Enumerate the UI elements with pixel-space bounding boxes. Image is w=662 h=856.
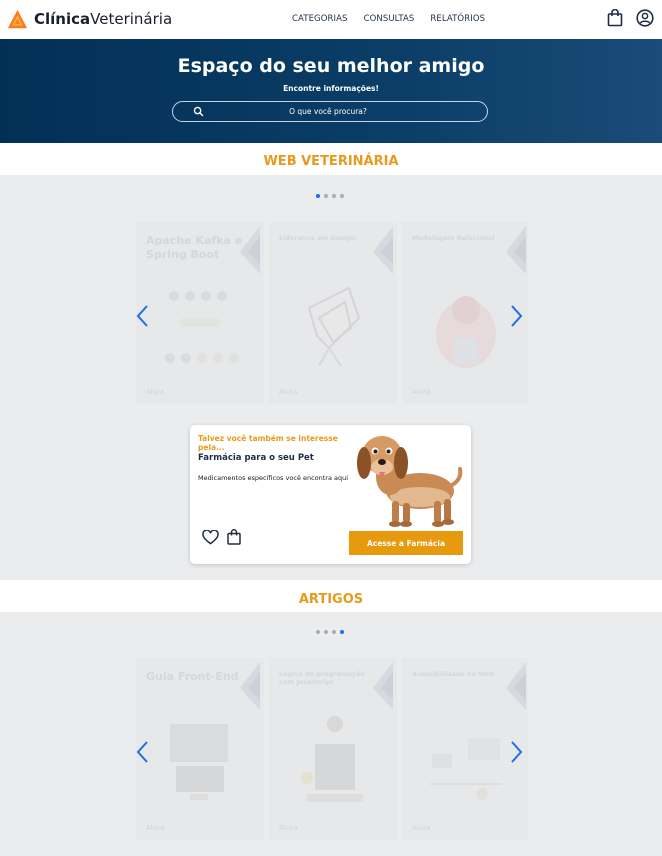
shopping-bag-icon[interactable] — [227, 529, 241, 545]
logo-icon — [7, 9, 28, 28]
logo-text-bold: Clínica — [34, 10, 91, 28]
section-title-web: WEB VETERINÁRIA — [263, 154, 399, 169]
article-card[interactable]: Guia Front-End Alura — [136, 658, 264, 840]
card-illustration — [165, 291, 239, 363]
carousel-dot[interactable] — [340, 194, 344, 198]
article-card[interactable]: Lógica de programação com JavaScript Alu… — [269, 658, 397, 840]
course-card[interactable]: Apache Kafka e Spring Boot Alura — [136, 222, 264, 404]
card-title: Lógica de programação com JavaScript — [279, 670, 365, 686]
carousel-prev-arrow[interactable] — [135, 304, 149, 328]
carousel-dot[interactable] — [332, 630, 336, 634]
pharmacy-promo-card: Talvez você também se interesse pela... … — [190, 425, 471, 564]
carousel-dot[interactable] — [324, 630, 328, 634]
card-footer: Alura — [279, 824, 298, 832]
carousel-next-arrow[interactable] — [510, 740, 524, 764]
carousel-dot[interactable] — [324, 194, 328, 198]
card-footer: Alura — [412, 824, 431, 832]
card-title: Guia Front-End — [146, 670, 239, 683]
card-illustration — [436, 296, 496, 368]
card-corner-decoration — [506, 226, 526, 274]
user-circle-icon[interactable] — [636, 9, 654, 27]
card-corner-decoration — [240, 226, 260, 274]
carousel-dot[interactable] — [316, 630, 320, 634]
carousel-dots-web — [316, 194, 344, 198]
promo-kicker: Talvez você também se interesse pela... — [198, 434, 338, 452]
card-title: Apache Kafka e Spring Boot — [146, 234, 243, 261]
logo-text: ClínicaVeterinária — [34, 10, 172, 28]
carousel-artigos: Guia Front-End Alura Lógica de programaç… — [134, 658, 528, 840]
carousel-next-arrow[interactable] — [510, 304, 524, 328]
card-illustration — [170, 724, 228, 800]
card-footer: Alura — [279, 388, 298, 396]
hero-subtitle: Encontre informações! — [283, 84, 379, 93]
carousel-dot[interactable] — [316, 194, 320, 198]
search-input[interactable] — [213, 104, 443, 119]
nav-categorias[interactable]: CATEGORIAS — [292, 14, 348, 24]
dachshund-dog-image — [357, 436, 463, 527]
course-card[interactable]: Liderança em Design Alura — [269, 222, 397, 404]
promo-title: Farmácia para o seu Pet — [198, 453, 314, 463]
logo-text-regular: Veterinária — [90, 10, 173, 28]
search-box[interactable] — [172, 101, 488, 122]
shopping-bag-icon[interactable] — [607, 9, 623, 27]
card-illustration — [430, 738, 502, 800]
search-icon — [193, 106, 204, 117]
card-footer: Alura — [412, 388, 431, 396]
card-title: Acessibilidade na Web — [412, 670, 495, 678]
hero-banner: Espaço do seu melhor amigo Encontre info… — [0, 39, 662, 143]
section-header-artigos: ARTIGOS — [0, 580, 662, 612]
card-corner-decoration — [506, 662, 526, 710]
nav-consultas[interactable]: CONSULTAS — [364, 14, 415, 24]
card-footer: Alura — [146, 388, 165, 396]
heart-icon[interactable] — [202, 530, 219, 545]
card-title: Modelagem Relacional — [412, 234, 495, 242]
card-corner-decoration — [373, 226, 393, 274]
card-corner-decoration — [240, 662, 260, 710]
card-illustration — [301, 716, 363, 802]
main-nav: CATEGORIAS CONSULTAS RELATÓRIOS — [292, 14, 485, 24]
card-title: Liderança em Design — [279, 234, 356, 242]
pharmacy-access-button[interactable]: Acesse a Farmácia — [349, 531, 463, 555]
logo[interactable]: ClínicaVeterinária — [7, 8, 172, 30]
card-footer: Alura — [146, 824, 165, 832]
carousel-web: Apache Kafka e Spring Boot Alura Lideran… — [134, 222, 528, 404]
card-corner-decoration — [373, 662, 393, 710]
section-header-web: WEB VETERINÁRIA — [0, 143, 662, 175]
section-title-artigos: ARTIGOS — [298, 592, 364, 607]
card-illustration — [307, 286, 361, 367]
hero-title: Espaço do seu melhor amigo — [177, 55, 485, 77]
carousel-dots-artigos — [316, 630, 344, 634]
carousel-prev-arrow[interactable] — [135, 740, 149, 764]
promo-description: Medicamentos específicos você encontra a… — [198, 474, 349, 482]
carousel-dot[interactable] — [340, 630, 344, 634]
top-navbar: ClínicaVeterinária CATEGORIAS CONSULTAS … — [0, 0, 662, 39]
carousel-dot[interactable] — [332, 194, 336, 198]
nav-relatorios[interactable]: RELATÓRIOS — [430, 14, 485, 24]
